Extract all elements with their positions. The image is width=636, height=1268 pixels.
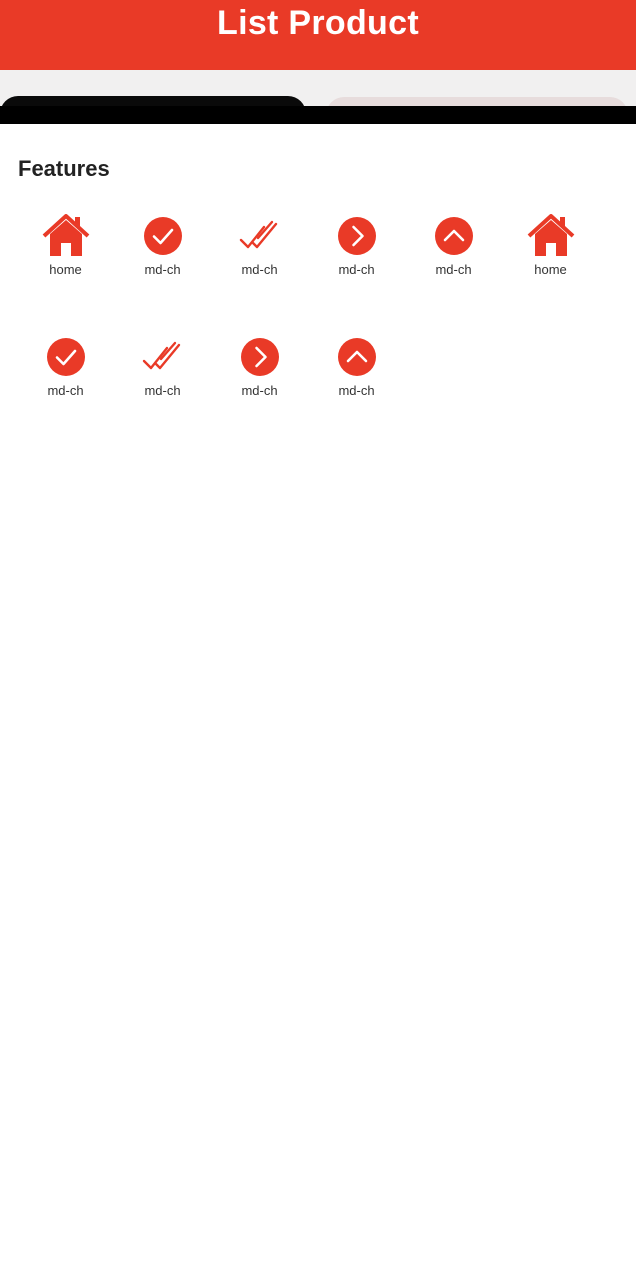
home-icon [42,212,90,260]
chevron-up-circle-icon [333,333,381,381]
features-sheet: Features home md-ch md-ch md-ch md-ch ho… [0,124,636,1268]
feature-item[interactable]: md-ch [17,333,114,454]
feature-label: md-ch [338,383,375,398]
feature-item[interactable]: md-ch [114,333,211,454]
feature-item[interactable]: md-ch [405,212,502,333]
feature-item[interactable]: md-ch [211,333,308,454]
feature-item[interactable]: home [17,212,114,333]
feature-item[interactable]: md-ch [308,333,405,454]
sheet-edge [0,106,636,124]
feature-label: md-ch [241,383,278,398]
double-check-icon [139,333,187,381]
feature-item[interactable]: home [502,212,599,333]
app-header: List Product [0,0,636,70]
feature-item[interactable]: md-ch [114,212,211,333]
feature-label: md-ch [144,262,181,277]
feature-label: home [534,262,567,277]
feature-label: md-ch [241,262,278,277]
page-title: List Product [217,4,419,42]
feature-item[interactable]: md-ch [308,212,405,333]
features-title: Features [18,156,110,181]
chevron-up-circle-icon [430,212,478,260]
feature-item[interactable]: md-ch [211,212,308,333]
check-circle-icon [42,333,90,381]
feature-label: md-ch [144,383,181,398]
feature-label: md-ch [435,262,472,277]
feature-label: home [49,262,82,277]
double-check-icon [236,212,284,260]
chevron-right-circle-icon [333,212,381,260]
feature-label: md-ch [47,383,84,398]
home-icon [527,212,575,260]
chevron-right-circle-icon [236,333,284,381]
check-circle-icon [139,212,187,260]
feature-label: md-ch [338,262,375,277]
features-grid: home md-ch md-ch md-ch md-ch home md-ch … [17,212,617,454]
